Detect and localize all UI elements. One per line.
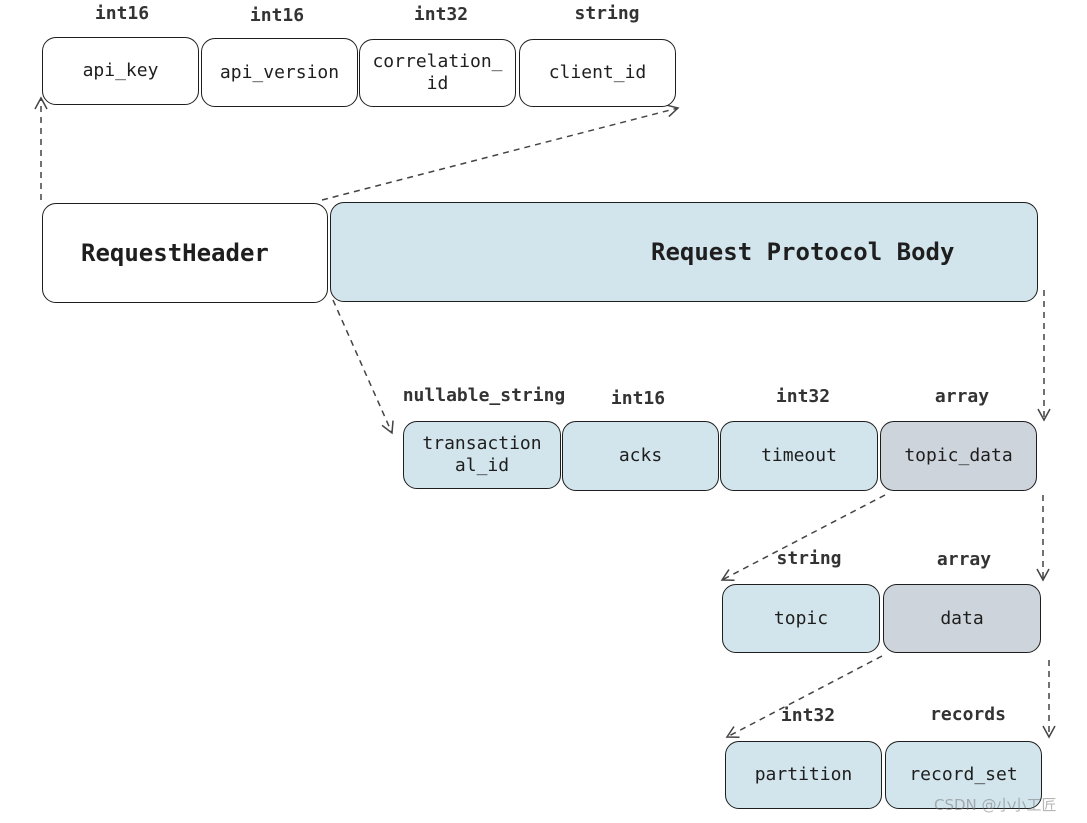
type-label-topic-data: array: [934, 386, 990, 407]
field-api-key: api_key: [42, 37, 199, 105]
type-label-data: array: [936, 549, 992, 570]
type-label-topic: string: [776, 548, 842, 569]
type-label-acks: int16: [610, 388, 666, 409]
arrows-layer: [34, 96, 1056, 739]
field-client-id: client_id: [519, 39, 676, 107]
field-partition: partition: [725, 741, 882, 809]
field-timeout: timeout: [720, 421, 878, 491]
field-transactional-id: transaction al_id: [403, 421, 561, 489]
field-topic: topic: [722, 584, 880, 653]
field-correlation-id: correlation_ id: [359, 39, 516, 107]
type-label-client-id: string: [574, 3, 640, 24]
type-label-api-key: int16: [94, 3, 150, 24]
arrow-header-to-transactional-id: [332, 299, 394, 435]
type-label-partition: int32: [780, 705, 836, 726]
field-api-version: api_version: [201, 38, 358, 107]
arrow-header-to-client-id: [321, 104, 680, 201]
watermark: CSDN @小小工匠: [934, 796, 1057, 814]
type-label-record-set: records: [930, 704, 1006, 725]
type-label-api-version: int16: [249, 5, 305, 26]
type-label-correlation-id: int32: [413, 4, 469, 25]
field-topic-data: topic_data: [880, 421, 1037, 491]
field-acks: acks: [562, 421, 719, 491]
type-label-transactional-id: nullable_string: [402, 385, 566, 406]
request-header-block: RequestHeader: [42, 203, 328, 303]
request-body-block: Request Protocol Body: [330, 202, 1038, 302]
field-data: data: [883, 584, 1041, 653]
type-label-timeout: int32: [775, 386, 831, 407]
